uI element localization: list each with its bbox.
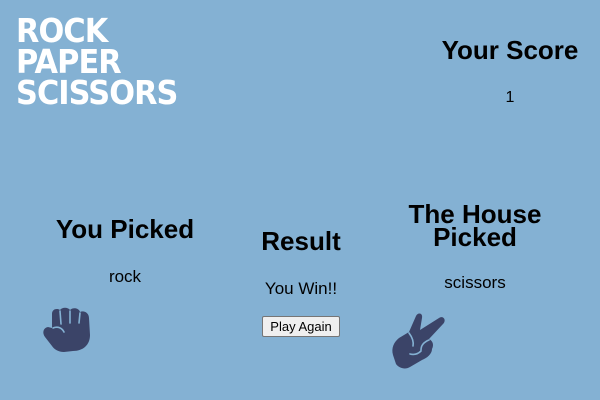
result-text: You Win!! xyxy=(264,279,338,298)
result-panel: Result You Win!! Play Again xyxy=(230,226,372,337)
score-value: 1 xyxy=(505,89,515,106)
result-heading: Result xyxy=(261,226,341,256)
house-choice: scissors xyxy=(444,273,506,292)
score-title: Your Score xyxy=(441,35,579,65)
scissors-hand-icon xyxy=(392,313,445,369)
house-pick-panel: The House Picked scissors xyxy=(390,199,560,293)
rock-hand-icon xyxy=(43,307,90,352)
player-pick-panel: You Picked rock xyxy=(30,214,220,287)
logo-line-scissors: SCISSORS xyxy=(16,73,178,112)
player-choice: rock xyxy=(108,267,142,286)
play-again-button[interactable]: Play Again xyxy=(262,316,340,337)
game-logo: ROCK PAPER SCISSORS xyxy=(16,14,178,112)
house-pick-heading: The House Picked xyxy=(408,199,542,252)
player-pick-heading: You Picked xyxy=(55,214,195,244)
score-panel: Your Score 1 xyxy=(420,34,600,108)
